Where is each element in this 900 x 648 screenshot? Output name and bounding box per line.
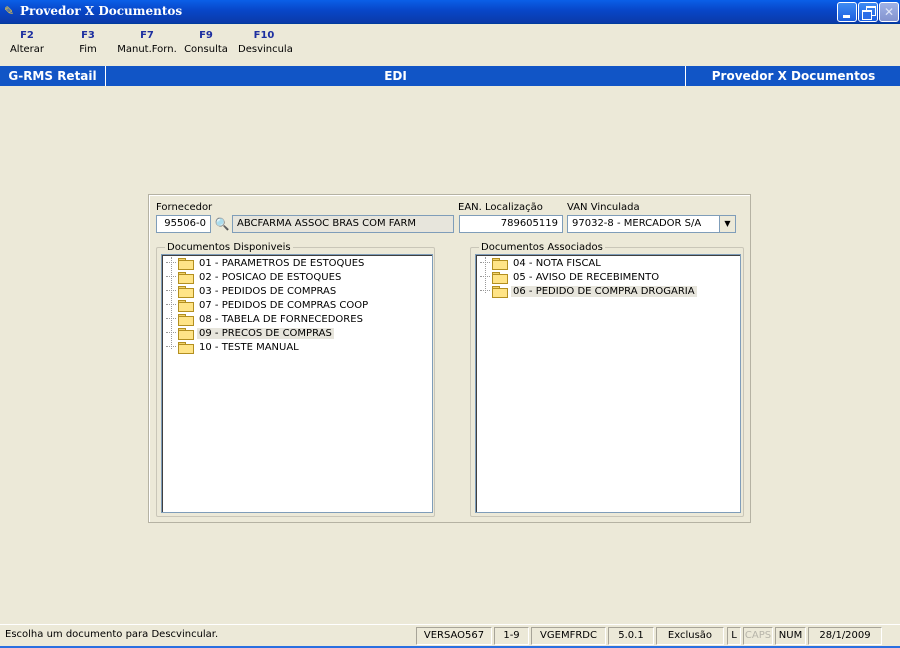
status-release: 5.0.1 [608,627,654,645]
f3-fim-button[interactable]: F3 Fim [70,30,106,55]
fkey-label: Alterar [9,44,45,55]
van-select-value: 97032-8 - MERCADOR S/A [572,218,702,229]
fkey-label: Fim [79,44,97,55]
binoculars-search-icon[interactable]: 🔍 [213,215,231,233]
f2-alterar-button[interactable]: F2 Alterar [8,30,46,55]
fkey-key: F2 [20,30,34,41]
folder-icon [178,299,194,312]
tree-item-label: 06 - PEDIDO DE COMPRA DROGARIA [511,285,697,297]
f10-desvincula-button[interactable]: F10 Desvincula [238,30,293,55]
disponiveis-title: Documentos Disponiveis [167,242,291,253]
app-icon: ✎ [4,4,15,18]
status-message: Escolha um documento para Descvincular. [5,629,219,640]
disponiveis-tree[interactable]: 01 - PARAMETROS DE ESTOQUES 02 - POSICAO… [161,254,433,513]
minimize-button[interactable] [837,2,857,22]
band-module: EDI [106,66,686,86]
folder-icon [178,257,194,270]
title-bar: ✎ Provedor X Documentos ✕ [0,0,900,24]
folder-icon [178,327,194,340]
status-caps-indicator: CAPS [743,627,773,645]
tree-item-selected[interactable]: 06 - PEDIDO DE COMPRA DROGARIA [480,284,697,298]
folder-icon [492,285,508,298]
status-num-indicator: NUM [775,627,806,645]
tree-item[interactable]: 03 - PEDIDOS DE COMPRAS [166,284,338,298]
f9-consulta-button[interactable]: F9 Consulta [183,30,229,55]
tree-item[interactable]: 05 - AVISO DE RECEBIMENTO [480,270,661,284]
fornecedor-code-field[interactable]: 95506-0 [156,215,211,233]
van-label: VAN Vinculada [567,202,640,213]
tree-item[interactable]: 04 - NOTA FISCAL [480,256,603,270]
restore-button[interactable] [858,2,878,22]
main-panel: Fornecedor 95506-0 🔍 ABCFARMA ASSOC BRAS… [148,194,751,523]
tree-item-label: 10 - TESTE MANUAL [199,341,299,353]
tree-item[interactable]: 10 - TESTE MANUAL [166,340,301,354]
tree-item-label: 02 - POSICAO DE ESTOQUES [199,271,342,283]
tree-item[interactable]: 02 - POSICAO DE ESTOQUES [166,270,343,284]
tree-item-label: 05 - AVISO DE RECEBIMENTO [513,271,660,283]
fornecedor-name-field: ABCFARMA ASSOC BRAS COM FARM [232,215,454,233]
fkey-label: Consulta [184,44,228,55]
tree-item-label: 03 - PEDIDOS DE COMPRAS [199,285,337,297]
tree-item-label: 01 - PARAMETROS DE ESTOQUES [199,257,365,269]
fkey-key: F10 [253,30,275,41]
status-bar: Escolha um documento para Descvincular. … [0,624,900,648]
folder-icon [178,313,194,326]
tree-item-label: 07 - PEDIDOS DE COMPRAS COOP [199,299,369,311]
band-screen-name: Provedor X Documentos [711,69,876,83]
tree-item[interactable]: 08 - TABELA DE FORNECEDORES [166,312,365,326]
tree-item-label: 09 - PRECOS DE COMPRAS [197,327,334,339]
status-program: VGEMFRDC [531,627,606,645]
header-band: G-RMS Retail EDI Provedor X Documentos [0,66,900,86]
status-version: VERSAO567 [416,627,492,645]
fkey-key: F3 [81,30,95,41]
folder-icon [178,341,194,354]
folder-icon [492,271,508,284]
van-select[interactable]: 97032-8 - MERCADOR S/A ▼ [567,215,736,233]
status-l-indicator: L [727,627,741,645]
f7-manut-forn-button[interactable]: F7 Manut.Forn. [116,30,178,55]
ean-field[interactable]: 789605119 [459,215,563,233]
tree-connector [171,257,172,349]
folder-icon [492,257,508,270]
function-key-toolbar: F2 Alterar F3 Fim F7 Manut.Forn. F9 Cons… [0,24,900,66]
fkey-key: F9 [199,30,213,41]
ean-label: EAN. Localização [458,202,543,213]
tree-item[interactable]: 01 - PARAMETROS DE ESTOQUES [166,256,366,270]
fkey-key: F7 [140,30,154,41]
fkey-label: Manut.Forn. [117,44,177,55]
associados-title: Documentos Associados [481,242,603,253]
window-title: Provedor X Documentos [20,4,183,18]
band-app-name: G-RMS Retail [0,66,106,86]
folder-icon [178,285,194,298]
tree-item-label: 08 - TABELA DE FORNECEDORES [199,313,363,325]
folder-icon [178,271,194,284]
status-range: 1-9 [494,627,529,645]
status-mode: Exclusão [656,627,724,645]
associados-tree[interactable]: 04 - NOTA FISCAL 05 - AVISO DE RECEBIMEN… [475,254,741,513]
tree-item-selected[interactable]: 09 - PRECOS DE COMPRAS [166,326,334,340]
tree-item-label: 04 - NOTA FISCAL [513,257,601,269]
fkey-label: Desvincula [238,44,293,55]
tree-item[interactable]: 07 - PEDIDOS DE COMPRAS COOP [166,298,370,312]
status-date: 28/1/2009 [808,627,882,645]
close-button[interactable]: ✕ [879,2,899,22]
chevron-down-icon[interactable]: ▼ [719,216,735,232]
fornecedor-label: Fornecedor [156,202,213,213]
